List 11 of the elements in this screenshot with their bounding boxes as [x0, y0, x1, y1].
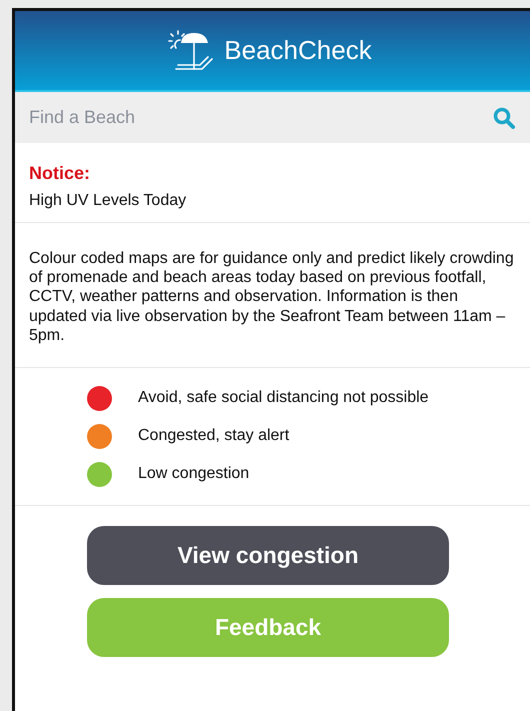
notice-text: High UV Levels Today [29, 192, 188, 210]
search-icon[interactable] [492, 106, 516, 130]
notice-heading: Notice: [29, 163, 92, 184]
legend-label: Congested, stay alert [138, 427, 290, 446]
view-congestion-button[interactable]: View congestion [87, 526, 449, 585]
info-paragraph: Colour coded maps are for guidance only and predict likely crowding of promenade and beach areas today based on previous footfall, CCTV, weather patterns and observation. Information is then updated via live observation by the Seafront Team between 11am – 5pm. [29, 249, 515, 345]
legend-label: Low congestion [138, 465, 250, 484]
search-bar[interactable]: Find a Beach [15, 92, 530, 143]
legend-label: Avoid, safe social distancing not possible [138, 389, 429, 408]
search-field[interactable]: Find a Beach [29, 107, 492, 128]
app-title: BeachCheck [224, 35, 372, 66]
